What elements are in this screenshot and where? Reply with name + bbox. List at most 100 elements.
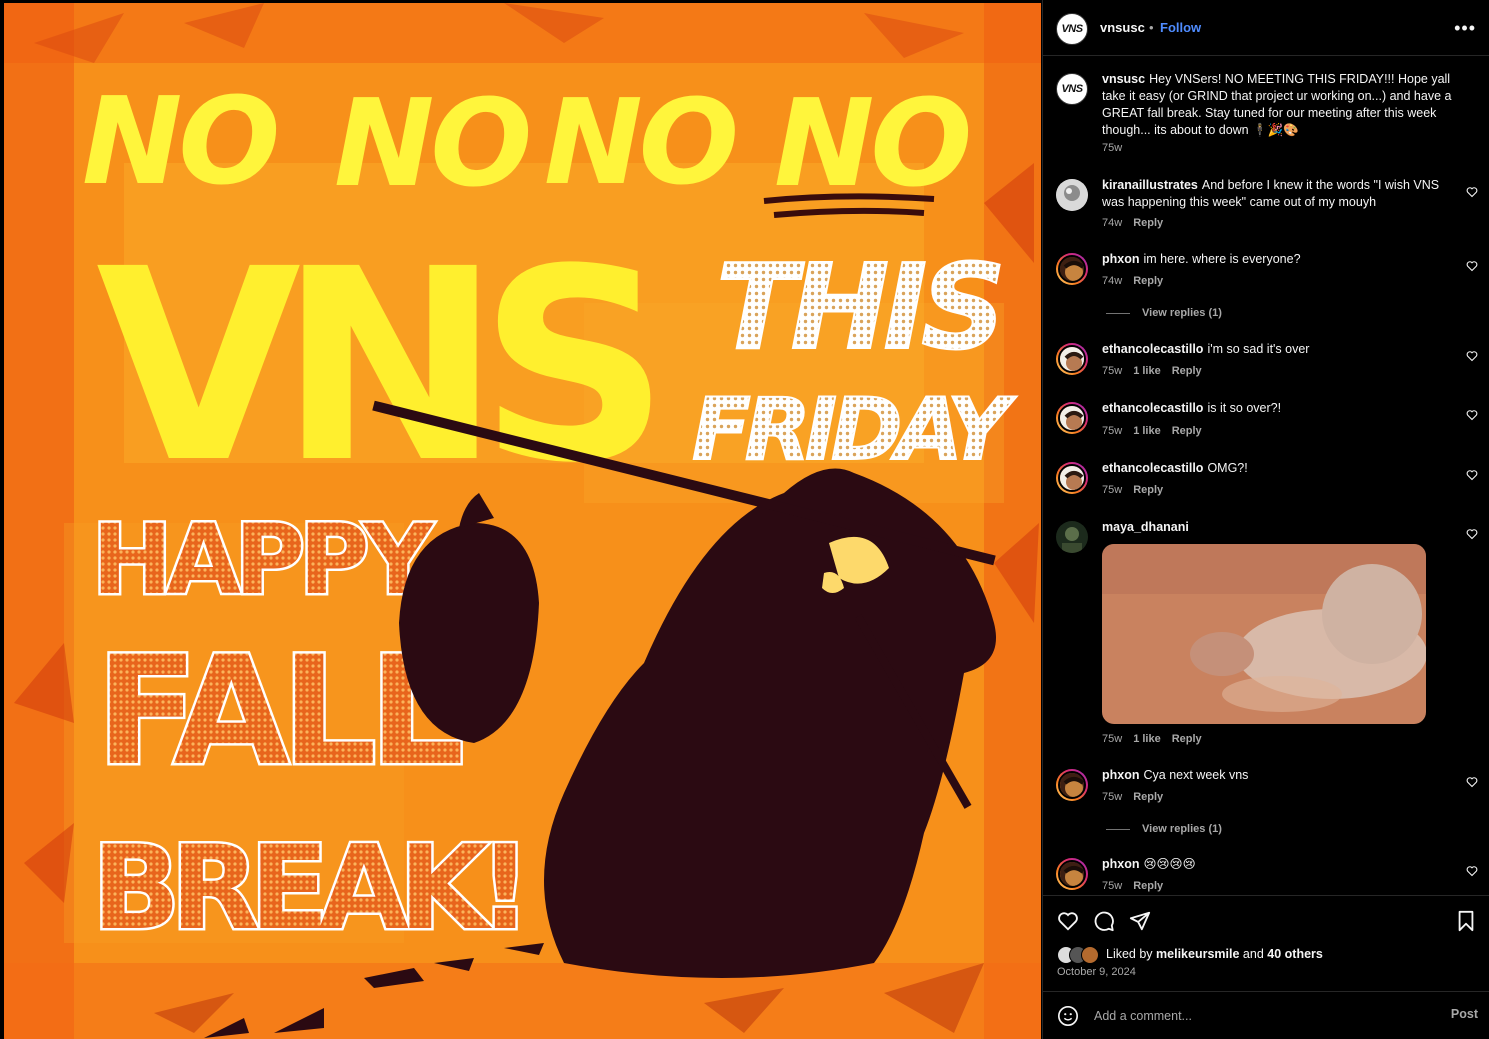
caption-meta: 75w bbox=[1102, 142, 1133, 154]
reply-button[interactable]: Reply bbox=[1133, 484, 1163, 496]
reply-button[interactable]: Reply bbox=[1172, 365, 1202, 377]
like-heart-icon[interactable] bbox=[1057, 910, 1079, 932]
reply-button[interactable]: Reply bbox=[1133, 880, 1163, 892]
comment-meta: 75w Reply bbox=[1102, 880, 1174, 892]
comment-input[interactable] bbox=[1092, 1006, 1426, 1026]
comment-text: i'm so sad it's over bbox=[1207, 342, 1310, 356]
comment-meta: 75w 1 like Reply bbox=[1102, 425, 1213, 437]
caption-avatar[interactable]: VNS bbox=[1056, 73, 1088, 105]
reply-button[interactable]: Reply bbox=[1133, 275, 1163, 287]
avatar-image bbox=[1058, 345, 1086, 373]
comment-username[interactable]: phxon bbox=[1102, 857, 1140, 871]
commenter-avatar[interactable] bbox=[1056, 343, 1088, 375]
like-comment-heart-icon[interactable] bbox=[1466, 186, 1478, 198]
avatar-face bbox=[1060, 862, 1084, 886]
reply-button[interactable]: Reply bbox=[1133, 791, 1163, 803]
comment-meta: 75w Reply bbox=[1102, 484, 1174, 496]
avatar-face bbox=[1060, 406, 1084, 430]
comment-username[interactable]: ethancolecastillo bbox=[1102, 401, 1203, 415]
comment-time[interactable]: 75w bbox=[1102, 791, 1122, 803]
post-date[interactable]: October 9, 2024 bbox=[1057, 966, 1136, 978]
comments-list[interactable]: VNS vnsusc Hey VNSers! NO MEETING THIS FR… bbox=[1043, 57, 1489, 895]
reply-button[interactable]: Reply bbox=[1172, 733, 1202, 745]
comment-text-block: phxon im here. where is everyone? bbox=[1102, 251, 1462, 268]
caption-username[interactable]: vnsusc bbox=[1102, 72, 1145, 86]
post-image[interactable]: NO NO NO NO VNS THIS FRIDAY HAPPY FALL B… bbox=[4, 3, 1041, 1039]
avatar-face bbox=[1060, 773, 1084, 797]
liked-by-and: and bbox=[1242, 947, 1264, 961]
follow-button[interactable]: Follow bbox=[1160, 20, 1201, 35]
comment-username[interactable]: maya_dhanani bbox=[1102, 520, 1189, 534]
commenter-avatar[interactable] bbox=[1056, 462, 1088, 494]
svg-text:NO: NO bbox=[774, 75, 968, 214]
comment-time[interactable]: 75w bbox=[1102, 484, 1122, 496]
liked-by-prefix: Liked by bbox=[1106, 947, 1153, 961]
like-comment-heart-icon[interactable] bbox=[1466, 528, 1478, 540]
liked-by-user[interactable]: melikeursmile bbox=[1156, 947, 1239, 961]
comment-time[interactable]: 75w bbox=[1102, 880, 1122, 892]
comment-time[interactable]: 75w bbox=[1102, 733, 1122, 745]
comment-text-block: ethancolecastillo is it so over?! bbox=[1102, 400, 1462, 417]
reply-button[interactable]: Reply bbox=[1172, 425, 1202, 437]
caption-time[interactable]: 75w bbox=[1102, 142, 1122, 154]
comment-meta: 75w Reply bbox=[1102, 791, 1174, 803]
commenter-avatar[interactable] bbox=[1056, 179, 1088, 211]
comment-likes[interactable]: 1 like bbox=[1133, 365, 1161, 377]
comment-bubble-icon[interactable] bbox=[1093, 910, 1115, 932]
like-comment-heart-icon[interactable] bbox=[1466, 469, 1478, 481]
comment-username[interactable]: phxon bbox=[1102, 252, 1140, 266]
comment-username[interactable]: ethancolecastillo bbox=[1102, 342, 1203, 356]
comment-username[interactable]: kiranaillustrates bbox=[1102, 178, 1198, 192]
avatar-image bbox=[1058, 860, 1086, 888]
liked-by-avatars[interactable] bbox=[1057, 946, 1101, 964]
comment-time[interactable]: 75w bbox=[1102, 425, 1122, 437]
post-comment-button[interactable]: Post bbox=[1451, 1007, 1478, 1021]
commenter-avatar[interactable] bbox=[1056, 858, 1088, 890]
caption-text: Hey VNSers! NO MEETING THIS FRIDAY!!! Ho… bbox=[1102, 72, 1452, 137]
like-comment-heart-icon[interactable] bbox=[1466, 865, 1478, 877]
comment-text-block: ethancolecastillo OMG?! bbox=[1102, 460, 1462, 477]
comment-username[interactable]: ethancolecastillo bbox=[1102, 461, 1203, 475]
save-bookmark-icon[interactable] bbox=[1456, 910, 1476, 932]
avatar-image bbox=[1056, 521, 1088, 553]
comment-text-block: kiranaillustrates And before I knew it th… bbox=[1102, 177, 1462, 211]
commenter-avatar[interactable] bbox=[1056, 402, 1088, 434]
post-actions: Liked by melikeursmile and 40 others Oct… bbox=[1043, 895, 1489, 991]
emoji-icon[interactable] bbox=[1057, 1005, 1079, 1027]
comment-username[interactable]: phxon bbox=[1102, 768, 1140, 782]
liked-by-others[interactable]: 40 others bbox=[1267, 947, 1323, 961]
commenter-avatar[interactable] bbox=[1056, 253, 1088, 285]
share-plane-icon[interactable] bbox=[1129, 910, 1151, 932]
caption-avatar-logo: VNS bbox=[1061, 83, 1083, 95]
view-replies-button[interactable]: View replies (1) bbox=[1106, 307, 1222, 319]
comment-text-block: ethancolecastillo i'm so sad it's over bbox=[1102, 341, 1462, 358]
author-avatar-logo: VNS bbox=[1061, 23, 1083, 35]
svg-text:NO: NO bbox=[82, 73, 276, 212]
comment-gif[interactable] bbox=[1102, 544, 1426, 724]
like-comment-heart-icon[interactable] bbox=[1466, 350, 1478, 362]
author-username[interactable]: vnsusc bbox=[1100, 20, 1145, 35]
liker-avatar bbox=[1081, 946, 1099, 964]
like-comment-heart-icon[interactable] bbox=[1466, 260, 1478, 272]
like-comment-heart-icon[interactable] bbox=[1466, 409, 1478, 421]
avatar-face bbox=[1060, 347, 1084, 371]
comment-time[interactable]: 75w bbox=[1102, 365, 1122, 377]
author-avatar[interactable]: VNS bbox=[1056, 13, 1088, 45]
comment-text: 😢😢😢😢 bbox=[1143, 857, 1196, 871]
reply-button[interactable]: Reply bbox=[1133, 217, 1163, 229]
commenter-avatar[interactable] bbox=[1056, 769, 1088, 801]
comment-time[interactable]: 74w bbox=[1102, 217, 1122, 229]
comment-text: im here. where is everyone? bbox=[1143, 252, 1301, 266]
comment-likes[interactable]: 1 like bbox=[1133, 733, 1161, 745]
more-options-icon[interactable]: ••• bbox=[1454, 18, 1476, 39]
view-replies-button[interactable]: View replies (1) bbox=[1106, 823, 1222, 835]
add-comment-bar: Post bbox=[1043, 991, 1489, 1039]
comment-time[interactable]: 74w bbox=[1102, 275, 1122, 287]
comment-likes[interactable]: 1 like bbox=[1133, 425, 1161, 437]
avatar-image bbox=[1058, 771, 1086, 799]
avatar-image bbox=[1056, 179, 1088, 211]
commenter-avatar[interactable] bbox=[1056, 521, 1088, 553]
comment-text: OMG?! bbox=[1207, 461, 1248, 475]
like-comment-heart-icon[interactable] bbox=[1466, 776, 1478, 788]
this-text: THIS bbox=[716, 238, 1000, 376]
